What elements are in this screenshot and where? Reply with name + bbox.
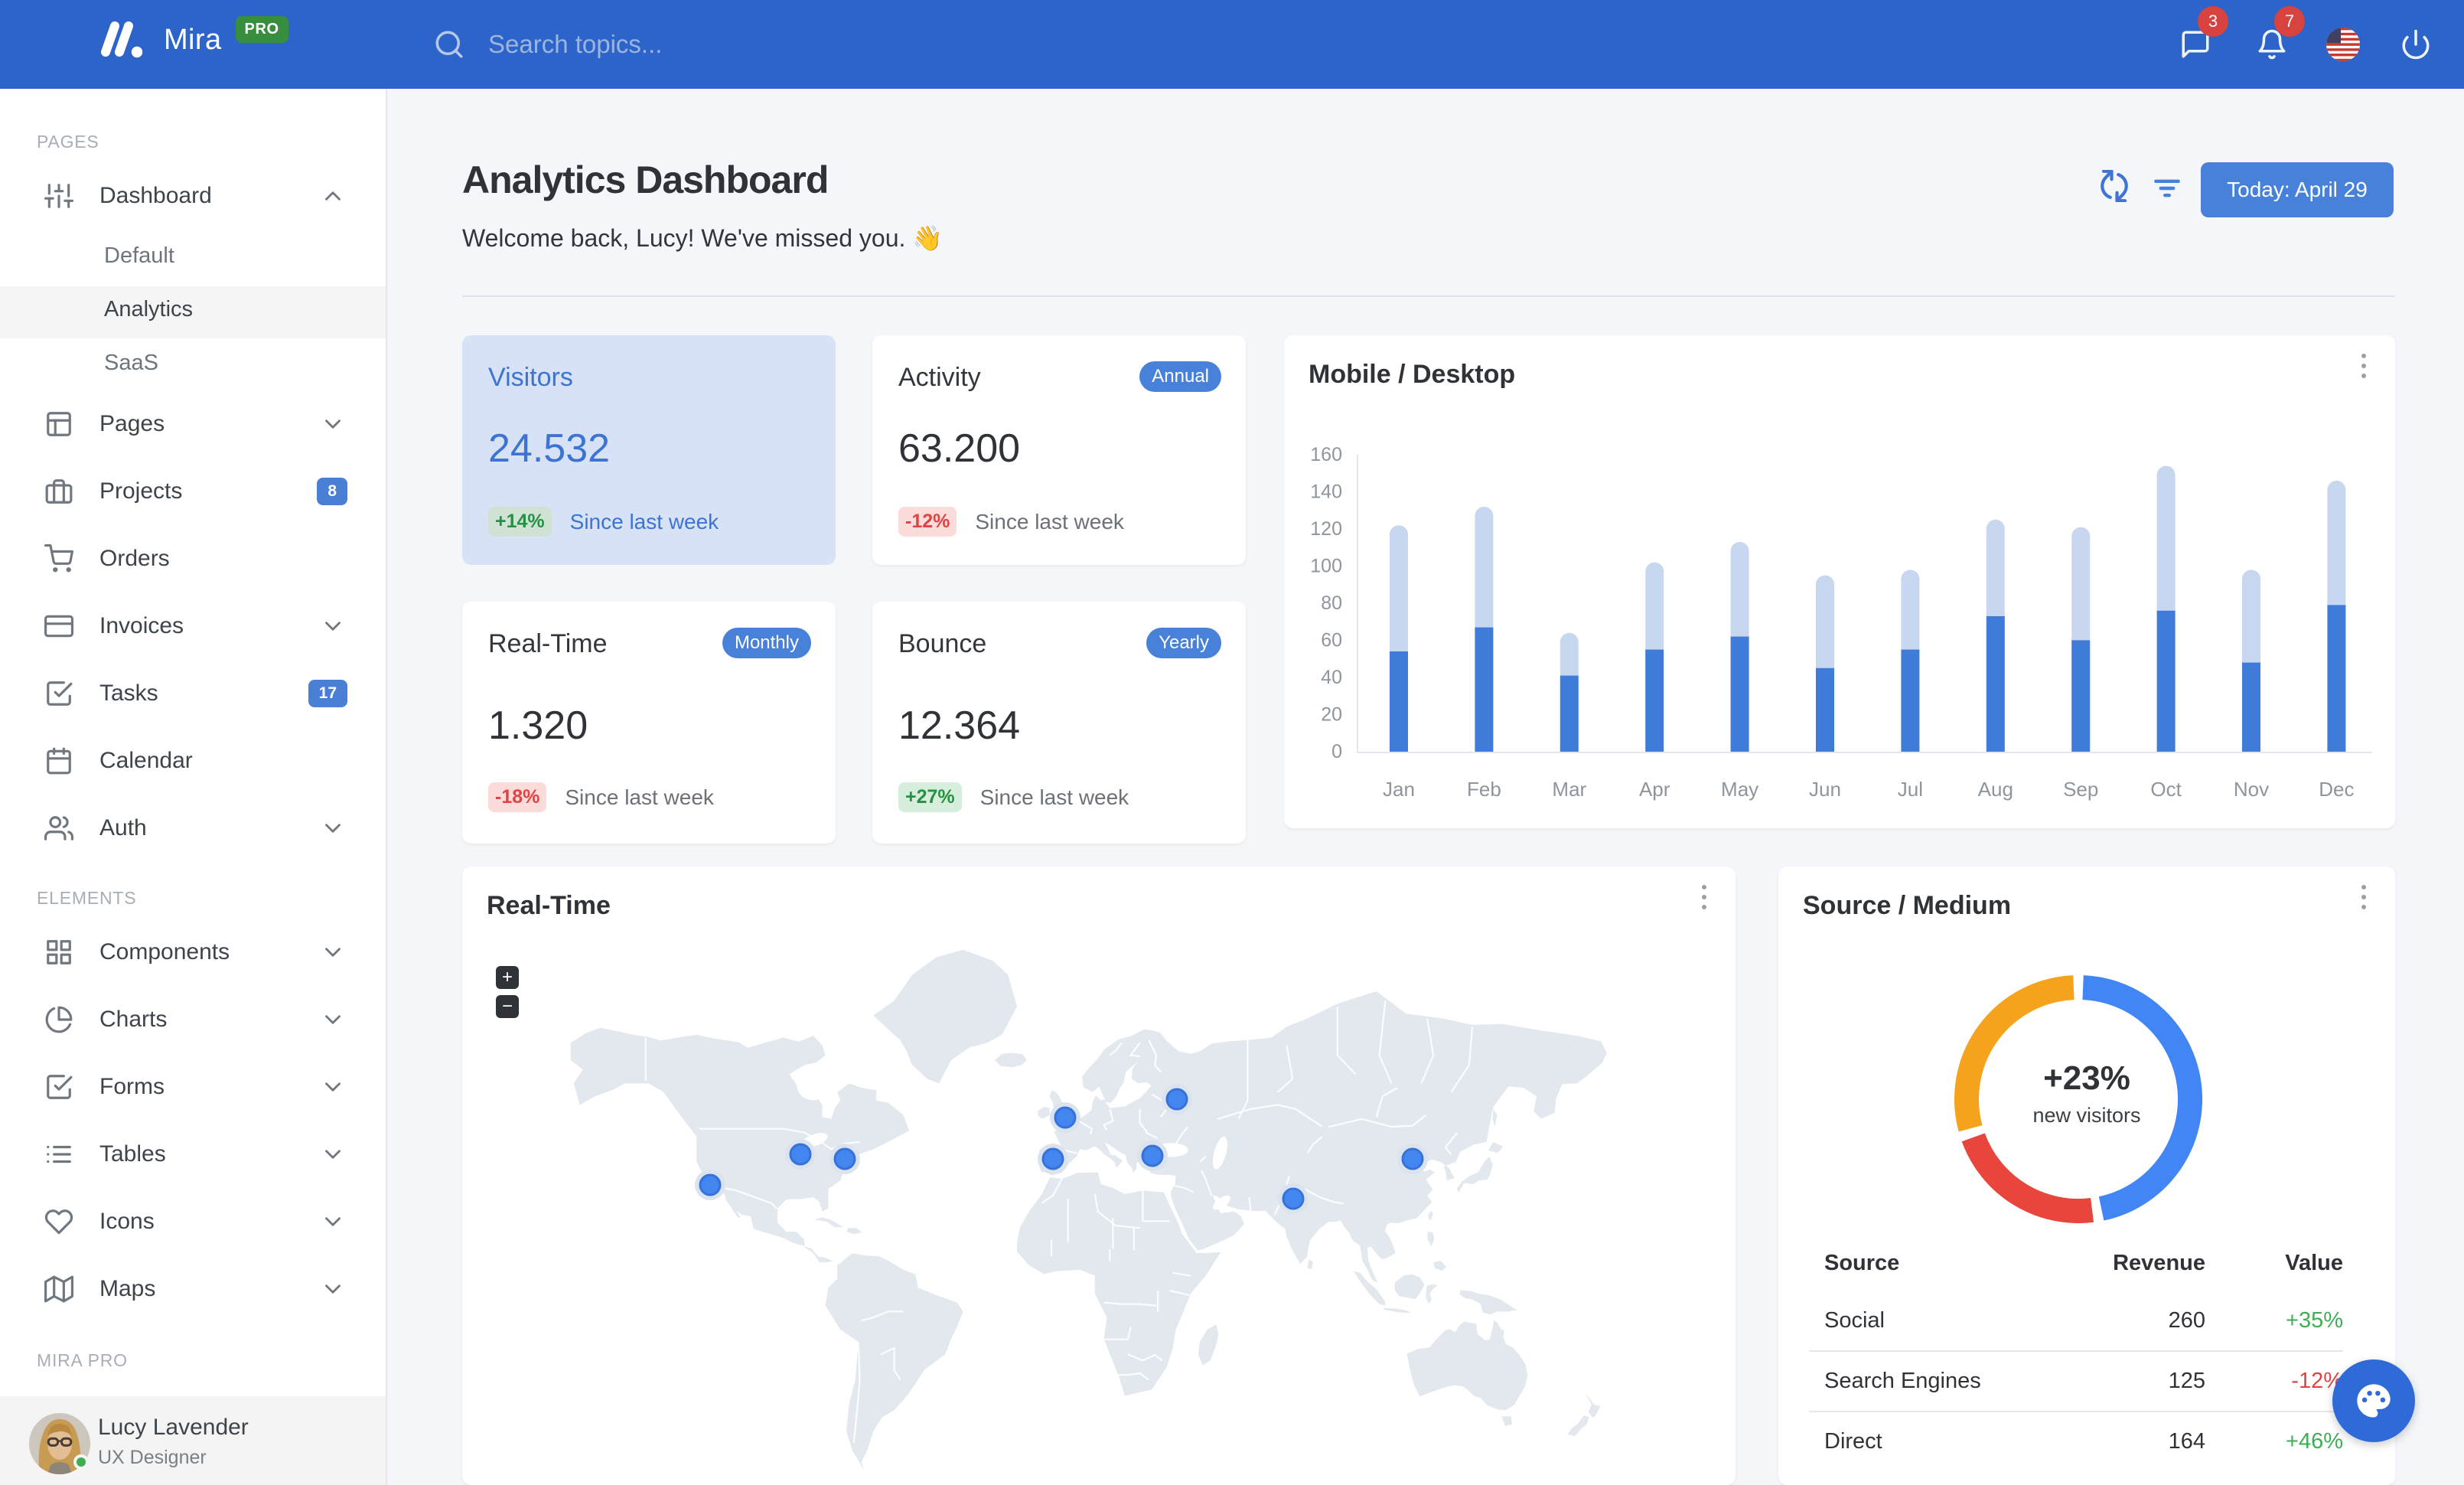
- svg-text:Dec: Dec: [2319, 778, 2354, 801]
- svg-text:Aug: Aug: [1978, 778, 2013, 801]
- svg-text:80: 80: [1321, 592, 1342, 614]
- svg-text:Mar: Mar: [1552, 778, 1586, 801]
- svg-text:Sep: Sep: [2063, 778, 2098, 801]
- svg-text:20: 20: [1321, 704, 1342, 726]
- svg-text:May: May: [1721, 778, 1758, 801]
- svg-text:120: 120: [1310, 518, 1342, 540]
- svg-text:0: 0: [1331, 741, 1342, 762]
- svg-text:40: 40: [1321, 667, 1342, 688]
- svg-text:Oct: Oct: [2150, 778, 2182, 801]
- svg-text:Apr: Apr: [1639, 778, 1670, 801]
- svg-text:140: 140: [1310, 481, 1342, 502]
- svg-text:60: 60: [1321, 629, 1342, 651]
- svg-text:Nov: Nov: [2234, 778, 2269, 801]
- svg-text:160: 160: [1310, 444, 1342, 465]
- svg-text:Jul: Jul: [1898, 778, 1923, 801]
- svg-text:100: 100: [1310, 556, 1342, 577]
- svg-text:Jan: Jan: [1383, 778, 1415, 801]
- svg-text:Jun: Jun: [1809, 778, 1841, 801]
- svg-text:Feb: Feb: [1467, 778, 1501, 801]
